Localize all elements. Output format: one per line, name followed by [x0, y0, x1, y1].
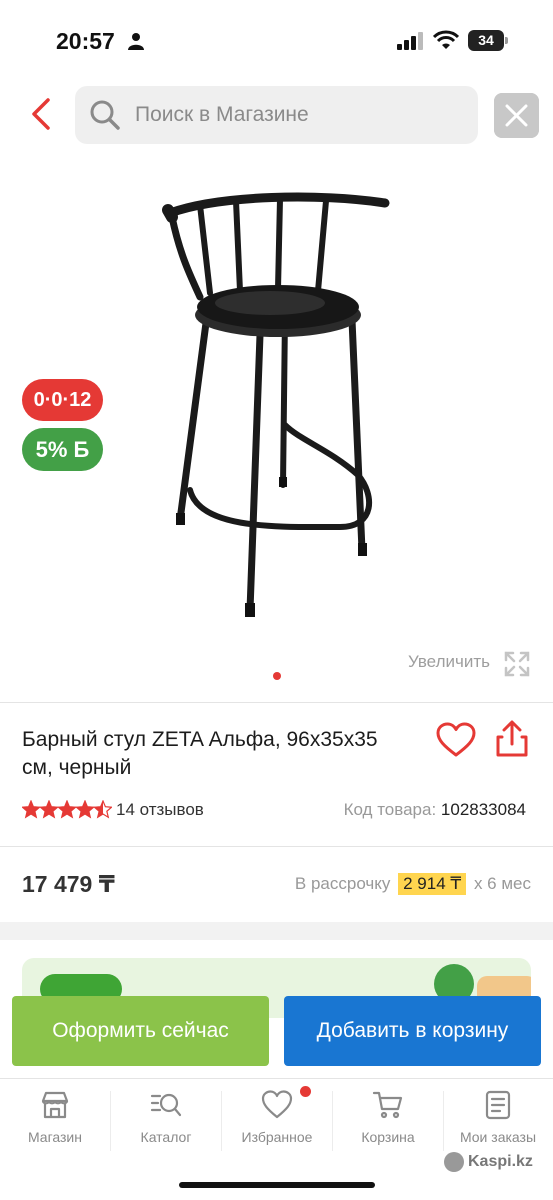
product-image[interactable]: [100, 155, 460, 655]
image-carousel-dot[interactable]: [273, 672, 281, 680]
favorite-heart-icon[interactable]: [436, 722, 476, 758]
tab-label: Магазин: [27, 1129, 82, 1145]
add-to-cart-button[interactable]: Добавить в корзину: [284, 996, 541, 1066]
battery-tip: [505, 37, 508, 44]
tab-orders[interactable]: Мои заказы: [443, 1079, 553, 1159]
search-input[interactable]: [135, 86, 465, 144]
tab-label: Мои заказы: [459, 1129, 537, 1145]
rating-star: [38, 800, 60, 819]
search-box[interactable]: [75, 86, 478, 144]
expand-icon[interactable]: [503, 650, 531, 678]
tab-label: Каталог: [140, 1129, 192, 1145]
battery-indicator: 34: [468, 30, 508, 51]
product-price: 17 479 ₸: [22, 871, 115, 897]
installment-prefix: В рассрочку: [294, 874, 391, 893]
installment-info[interactable]: В рассрочку 2 914 ₸ x 6 мес: [295, 873, 531, 895]
watermark-text: Kaspi.kz: [468, 1153, 533, 1171]
section-separator: [0, 922, 553, 940]
zoom-link[interactable]: Увеличить: [408, 652, 490, 678]
tab-label: Корзина: [361, 1129, 415, 1145]
product-code-value: 102833084: [440, 800, 526, 819]
tab-cart[interactable]: Корзина: [333, 1079, 443, 1159]
tab-catalog[interactable]: Каталог: [111, 1079, 221, 1159]
bonus-badge: 5% Б: [22, 428, 103, 471]
catalog-search-icon: [150, 1093, 182, 1117]
person-icon: [128, 33, 144, 50]
status-bar: 20:57 34: [0, 0, 553, 80]
reviews-link[interactable]: 14 отзывов: [116, 800, 204, 820]
store-icon: [41, 1091, 69, 1119]
rating-stars: [22, 800, 112, 819]
rating-star: [74, 800, 96, 819]
back-button[interactable]: [24, 94, 58, 134]
divider: [0, 702, 553, 703]
installment-suffix: x 6 мес: [473, 874, 531, 893]
heart-icon: [261, 1090, 293, 1119]
cart-icon: [372, 1091, 403, 1119]
share-icon[interactable]: [495, 720, 529, 758]
kaspi-logo-icon: [444, 1152, 464, 1172]
wifi-icon: [433, 30, 459, 49]
product-code-label: Код товара:: [343, 800, 437, 819]
home-indicator: [179, 1182, 375, 1188]
tab-label: Избранное: [241, 1129, 313, 1145]
product-title: Барный стул ZETA Альфа, 96x35x35 см, чер…: [22, 728, 378, 779]
tab-store[interactable]: Магазин: [0, 1079, 110, 1159]
status-time: 20:57: [56, 28, 115, 54]
search-icon: [90, 100, 120, 130]
watermark: Kaspi.kz: [444, 1152, 533, 1172]
orders-icon: [485, 1090, 511, 1120]
checkout-now-button[interactable]: Оформить сейчас: [12, 996, 269, 1066]
divider: [0, 846, 553, 847]
notification-dot: [300, 1086, 311, 1097]
cellular-signal-icon: [397, 32, 423, 50]
product-code: Код товара: 102833084: [344, 800, 526, 820]
tab-favorites[interactable]: Избранное: [222, 1079, 332, 1159]
battery-level: 34: [468, 30, 504, 51]
rating-star: [92, 800, 112, 819]
rating-star: [56, 800, 78, 819]
rating-star: [22, 800, 42, 819]
installment-badge: 0·0·12: [22, 379, 103, 421]
close-button[interactable]: [494, 93, 539, 138]
installment-amount: 2 914 ₸: [398, 873, 467, 895]
